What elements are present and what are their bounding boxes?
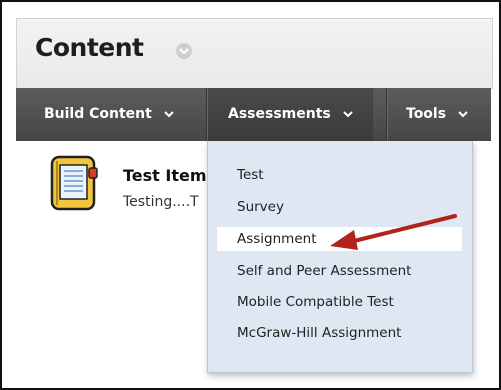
menu-item-test[interactable]: Test [217,163,462,187]
title-options-icon[interactable] [176,43,192,59]
action-toolbar: Build Content Assessments Tools [16,88,491,141]
assessments-dropdown-menu: Test Survey Assignment Self and Peer Ass… [207,141,473,373]
chevron-down-icon [164,110,174,117]
assessments-button[interactable]: Assessments [208,88,373,141]
chevron-down-icon [342,110,353,117]
page-header: Content [16,18,493,89]
content-item-title[interactable]: Test Item [123,166,207,185]
notebook-icon [50,155,98,211]
menu-item-mcgraw-hill-assignment[interactable]: McGraw-Hill Assignment [217,321,462,345]
assessments-label: Assessments [228,106,331,122]
chevron-down-icon [179,48,189,55]
screenshot-frame: Content Build Content Assessments Tools [0,0,501,390]
menu-item-mobile-compatible-test[interactable]: Mobile Compatible Test [217,290,462,314]
page-title: Content [35,33,144,62]
content-item-description: Testing....T [123,194,199,210]
tools-button[interactable]: Tools [406,88,468,141]
tools-label: Tools [406,106,447,122]
toolbar-divider [386,88,388,141]
menu-item-self-peer-assessment[interactable]: Self and Peer Assessment [217,259,462,283]
chevron-down-icon [458,110,468,117]
red-arrow-annotation [330,214,457,250]
build-content-button[interactable]: Build Content [44,88,174,141]
build-content-label: Build Content [44,106,152,122]
